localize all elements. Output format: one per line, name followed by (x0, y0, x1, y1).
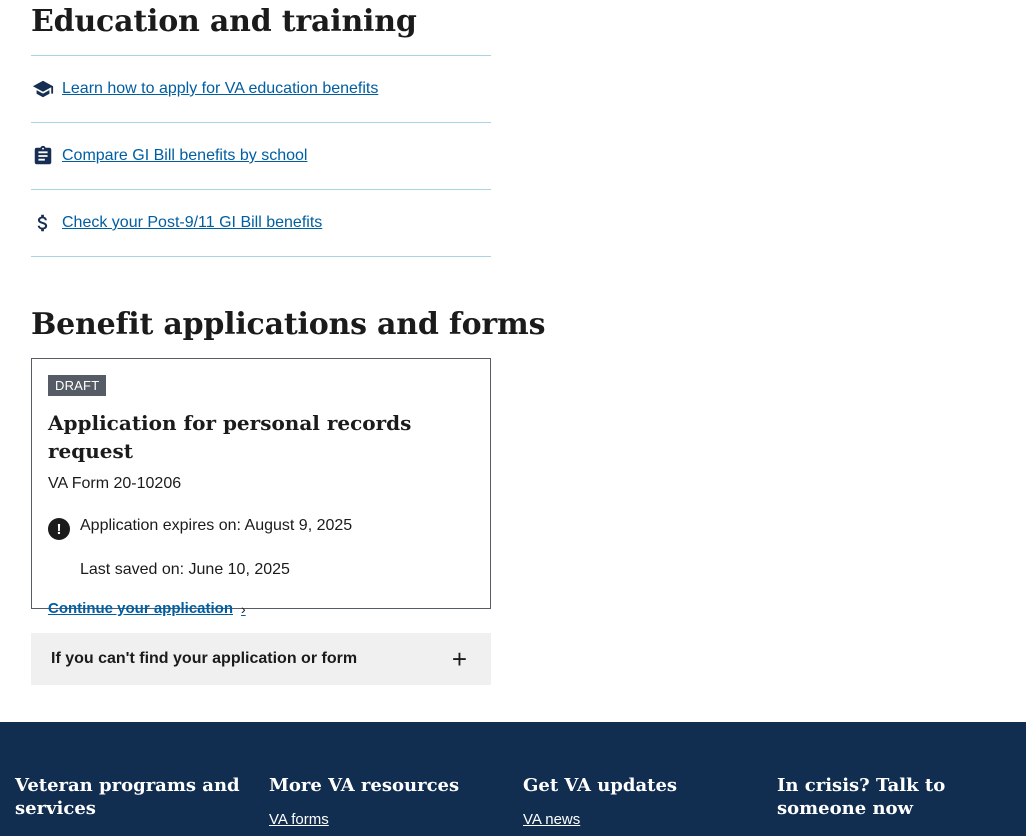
footer-heading: More VA resources (269, 775, 460, 796)
va-news-link[interactable]: VA news (523, 811, 753, 828)
education-heading: Education and training (31, 4, 417, 39)
site-footer: Veteran programs and services More VA re… (0, 722, 1026, 836)
education-link-item: Learn how to apply for VA education bene… (31, 56, 491, 123)
continue-application-label: Continue your application (48, 600, 234, 617)
forms-heading: Benefit applications and forms (31, 307, 546, 342)
expiration-alert: ! Application expires on: August 9, 2025 (48, 514, 474, 540)
va-forms-link[interactable]: VA forms (269, 811, 499, 828)
footer-heading: Veteran programs and services (15, 775, 240, 819)
education-link-item: Compare GI Bill benefits by school (31, 123, 491, 190)
continue-application-link[interactable]: Continue your application › (48, 600, 246, 617)
exclamation-circle-icon: ! (48, 518, 70, 540)
apply-education-benefits-link[interactable]: Learn how to apply for VA education bene… (62, 80, 378, 98)
education-link-item: Check your Post-9/11 GI Bill benefits (31, 190, 491, 257)
cant-find-application-accordion[interactable]: If you can't find your application or fo… (31, 633, 491, 685)
chevron-right-icon: › (241, 600, 246, 617)
footer-heading: Get VA updates (523, 775, 678, 796)
application-card: DRAFT Application for personal records r… (31, 358, 491, 617)
clipboard-icon (31, 144, 55, 168)
footer-column-updates: Get VA updates VA news (523, 774, 753, 828)
graduation-cap-icon (31, 77, 55, 101)
education-links-list: Learn how to apply for VA education bene… (31, 55, 491, 257)
application-title: Application for personal records request (48, 411, 412, 463)
dollar-sign-icon (31, 211, 55, 235)
footer-heading: In crisis? Talk to someone now (777, 775, 946, 819)
form-number: VA Form 20-10206 (48, 475, 182, 492)
compare-gi-bill-link[interactable]: Compare GI Bill benefits by school (62, 147, 307, 165)
footer-column-programs: Veteran programs and services (15, 774, 245, 820)
footer-column-crisis: In crisis? Talk to someone now (777, 774, 1007, 820)
last-saved-text: Last saved on: June 10, 2025 (80, 561, 290, 578)
footer-column-resources: More VA resources VA forms (269, 774, 499, 828)
check-post-911-gi-bill-link[interactable]: Check your Post-9/11 GI Bill benefits (62, 214, 322, 232)
plus-icon: + (451, 644, 467, 674)
expiration-text: Application expires on: August 9, 2025 (80, 517, 353, 534)
draft-badge: DRAFT (48, 375, 107, 396)
accordion-label: If you can't find your application or fo… (51, 650, 358, 667)
